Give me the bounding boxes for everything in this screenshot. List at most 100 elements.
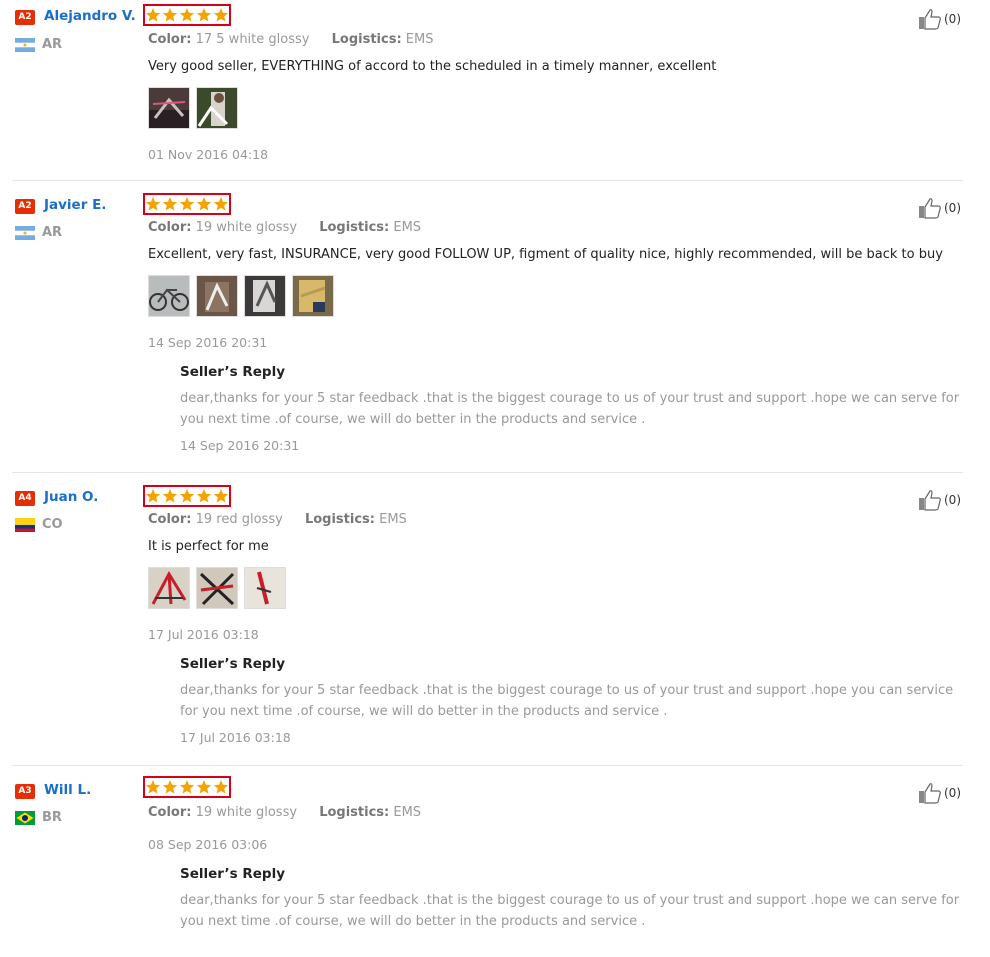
star-icon bbox=[196, 489, 212, 503]
argentina-flag-icon bbox=[15, 38, 35, 52]
review-date: 14 Sep 2016 20:31 bbox=[148, 335, 268, 350]
logistics-label: Logistics: bbox=[319, 805, 390, 820]
seller-reply-text: dear,thanks for your 5 star feedback .th… bbox=[180, 391, 960, 427]
review-images bbox=[148, 275, 334, 317]
thumbs-up-icon bbox=[919, 783, 941, 804]
review-date: 08 Sep 2016 03:06 bbox=[148, 837, 268, 852]
star-icon bbox=[196, 197, 212, 211]
like-button[interactable]: (0) bbox=[918, 8, 961, 30]
order-info: Color: 19 white glossy Logistics: EMS bbox=[148, 220, 421, 235]
star-icon bbox=[196, 8, 212, 22]
review-photo-thumbnail[interactable] bbox=[196, 567, 238, 609]
like-button[interactable]: (0) bbox=[918, 489, 961, 511]
logistics-value: EMS bbox=[405, 32, 434, 47]
star-icon bbox=[179, 780, 195, 794]
star-icon bbox=[179, 8, 195, 22]
like-count: (0) bbox=[944, 786, 961, 800]
buyer-level-badge: A2 bbox=[15, 199, 35, 214]
star-rating bbox=[143, 4, 231, 26]
star-rating bbox=[143, 193, 231, 215]
buyer-level-badge: A2 bbox=[15, 10, 35, 25]
color-value: 17 5 white glossy bbox=[195, 32, 310, 47]
review-text: It is perfect for me bbox=[148, 539, 269, 554]
star-icon bbox=[213, 197, 229, 211]
color-label: Color: bbox=[148, 512, 192, 527]
star-icon bbox=[162, 197, 178, 211]
like-count: (0) bbox=[944, 493, 961, 507]
star-icon bbox=[179, 489, 195, 503]
buyer-name[interactable]: Alejandro V. bbox=[44, 8, 136, 24]
logistics-value: EMS bbox=[393, 220, 422, 235]
logistics-label: Logistics: bbox=[331, 32, 402, 47]
star-icon bbox=[213, 489, 229, 503]
star-icon bbox=[213, 780, 229, 794]
thumbs-up-icon bbox=[919, 198, 941, 219]
review-photo-thumbnail[interactable] bbox=[148, 87, 190, 129]
logistics-label: Logistics: bbox=[319, 220, 390, 235]
order-info: Color: 17 5 white glossy Logistics: EMS bbox=[148, 32, 433, 47]
buyer-country: CO bbox=[42, 517, 63, 532]
star-icon bbox=[145, 489, 161, 503]
argentina-flag-icon bbox=[15, 226, 35, 240]
star-icon bbox=[213, 8, 229, 22]
colombia-flag-icon bbox=[15, 518, 35, 532]
review-text: Very good seller, EVERYTHING of accord t… bbox=[148, 59, 717, 74]
star-icon bbox=[145, 197, 161, 211]
order-info: Color: 19 red glossy Logistics: EMS bbox=[148, 512, 407, 527]
review-divider bbox=[12, 765, 963, 766]
thumbs-up-icon bbox=[919, 9, 941, 30]
color-value: 19 white glossy bbox=[195, 805, 298, 820]
review-photo-thumbnail[interactable] bbox=[196, 87, 238, 129]
like-count: (0) bbox=[944, 12, 961, 26]
star-icon bbox=[145, 8, 161, 22]
buyer-country: BR bbox=[42, 810, 62, 825]
star-icon bbox=[179, 197, 195, 211]
review-images bbox=[148, 87, 238, 129]
seller-reply-title: Seller’s Reply bbox=[180, 364, 286, 380]
star-icon bbox=[162, 489, 178, 503]
seller-reply-date: 14 Sep 2016 20:31 bbox=[180, 438, 300, 453]
color-value: 19 white glossy bbox=[195, 220, 298, 235]
seller-reply-text: dear,thanks for your 5 star feedback .th… bbox=[180, 893, 960, 929]
buyer-country: AR bbox=[42, 37, 63, 52]
like-button[interactable]: (0) bbox=[918, 782, 961, 804]
buyer-name[interactable]: Will L. bbox=[44, 782, 91, 798]
review-photo-thumbnail[interactable] bbox=[148, 567, 190, 609]
buyer-country: AR bbox=[42, 225, 63, 240]
star-rating bbox=[143, 776, 231, 798]
buyer-name[interactable]: Juan O. bbox=[44, 489, 98, 505]
buyer-name[interactable]: Javier E. bbox=[44, 197, 106, 213]
review-images bbox=[148, 567, 286, 609]
color-value: 19 red glossy bbox=[195, 512, 283, 527]
logistics-value: EMS bbox=[393, 805, 422, 820]
color-label: Color: bbox=[148, 805, 192, 820]
seller-reply-date: 17 Jul 2016 03:18 bbox=[180, 730, 291, 745]
review-photo-thumbnail[interactable] bbox=[292, 275, 334, 317]
logistics-label: Logistics: bbox=[304, 512, 375, 527]
star-rating bbox=[143, 485, 231, 507]
logistics-value: EMS bbox=[379, 512, 407, 527]
review-text: Excellent, very fast, INSURANCE, very go… bbox=[148, 247, 943, 262]
review-photo-thumbnail[interactable] bbox=[244, 567, 286, 609]
like-count: (0) bbox=[944, 201, 961, 215]
seller-reply-title: Seller’s Reply bbox=[180, 866, 286, 882]
like-button[interactable]: (0) bbox=[918, 197, 961, 219]
buyer-level-badge: A4 bbox=[15, 491, 35, 506]
star-icon bbox=[196, 780, 212, 794]
thumbs-up-icon bbox=[919, 490, 941, 511]
star-icon bbox=[162, 780, 178, 794]
review-date: 01 Nov 2016 04:18 bbox=[148, 147, 269, 162]
review-photo-thumbnail[interactable] bbox=[244, 275, 286, 317]
color-label: Color: bbox=[148, 32, 192, 47]
review-photo-thumbnail[interactable] bbox=[148, 275, 190, 317]
seller-reply-text: dear,thanks for your 5 star feedback .th… bbox=[180, 683, 954, 719]
color-label: Color: bbox=[148, 220, 192, 235]
review-photo-thumbnail[interactable] bbox=[196, 275, 238, 317]
review-divider bbox=[12, 472, 963, 473]
star-icon bbox=[162, 8, 178, 22]
seller-reply-title: Seller’s Reply bbox=[180, 656, 286, 672]
buyer-level-badge: A3 bbox=[15, 784, 35, 799]
review-divider bbox=[12, 180, 963, 181]
order-info: Color: 19 white glossy Logistics: EMS bbox=[148, 805, 421, 820]
star-icon bbox=[145, 780, 161, 794]
